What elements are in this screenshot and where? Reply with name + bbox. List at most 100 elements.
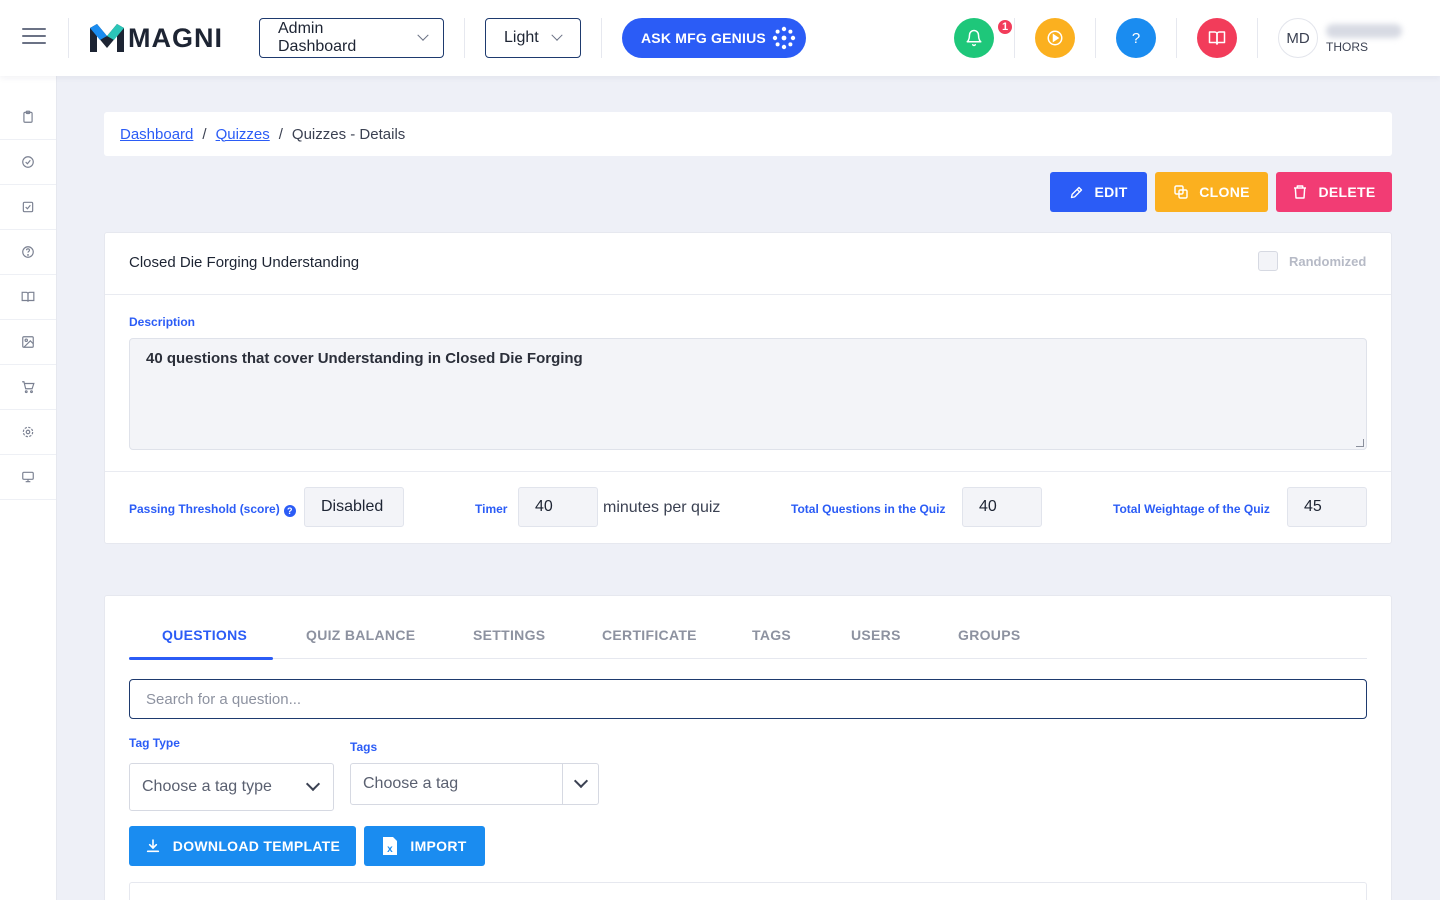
randomized-checkbox[interactable]: [1258, 251, 1278, 271]
header-divider: [464, 18, 465, 58]
sidebar-item-display[interactable]: [0, 455, 56, 500]
total-weightage-label: Total Weightage of the Quiz: [1113, 502, 1270, 516]
header-divider: [1257, 18, 1258, 58]
import-button[interactable]: x IMPORT: [364, 826, 485, 866]
chevron-down-icon: [551, 29, 563, 41]
total-questions-label: Total Questions in the Quiz: [791, 502, 946, 516]
help-icon[interactable]: ?: [283, 505, 296, 517]
header-divider: [601, 18, 602, 58]
description-text: 40 questions that cover Understanding in…: [146, 350, 583, 367]
breadcrumb-quizzes-link[interactable]: Quizzes: [216, 126, 270, 143]
sidebar-item-questions[interactable]: [0, 230, 56, 275]
passing-threshold-field[interactable]: Disabled: [304, 487, 404, 527]
select-divider: [562, 764, 563, 804]
header-divider: [68, 18, 69, 58]
description-label: Description: [129, 315, 196, 329]
edit-button[interactable]: EDIT: [1050, 172, 1147, 212]
sidebar-item-tasks[interactable]: [0, 185, 56, 230]
question-search-input[interactable]: [129, 679, 1367, 719]
play-circle-icon: [1047, 30, 1063, 46]
delete-button[interactable]: DELETE: [1276, 172, 1392, 212]
sidebar-item-clipboard[interactable]: [0, 95, 56, 140]
chevron-down-icon[interactable]: [573, 773, 589, 789]
questions-list-container: [129, 882, 1367, 900]
magni-logo-icon: [90, 24, 124, 52]
tab-groups[interactable]: GROUPS: [958, 627, 1020, 643]
trash-icon: [1294, 185, 1307, 199]
check-square-icon: [22, 201, 34, 213]
timer-suffix: minutes per quiz: [603, 499, 721, 516]
question-circle-icon: [22, 246, 34, 258]
svg-text:x: x: [387, 844, 393, 855]
help-button[interactable]: ?: [1116, 18, 1156, 58]
user-name-redacted: [1326, 24, 1402, 38]
breadcrumb-separator: /: [202, 125, 207, 143]
download-template-label: DOWNLOAD TEMPLATE: [172, 838, 341, 854]
tag-type-placeholder: Choose a tag type: [142, 778, 272, 795]
monitor-icon: [22, 471, 34, 483]
notifications-button[interactable]: [954, 18, 994, 58]
breadcrumb: Dashboard / Quizzes / Quizzes - Details: [104, 112, 1392, 156]
theme-select-value: Light: [504, 29, 539, 46]
timer-field[interactable]: 40: [518, 487, 598, 527]
tab-users[interactable]: USERS: [851, 627, 901, 643]
dashboard-select[interactable]: Admin Dashboard: [259, 18, 444, 58]
download-icon: [146, 839, 159, 853]
check-circle-icon: [22, 156, 34, 168]
tab-questions[interactable]: QUESTIONS: [162, 627, 247, 643]
active-tab-indicator: [129, 657, 273, 660]
clipboard-icon: [23, 110, 33, 123]
user-avatar[interactable]: MD: [1278, 18, 1318, 58]
randomized-label: Randomized: [1289, 254, 1367, 269]
sidebar-item-quizzes[interactable]: [0, 140, 56, 185]
passing-threshold-text: Passing Threshold (score): [129, 502, 280, 516]
sidebar: [0, 76, 57, 900]
quiz-title: Closed Die Forging Understanding: [129, 254, 360, 271]
theme-select[interactable]: Light: [485, 18, 581, 58]
sidebar-item-shop[interactable]: [0, 365, 56, 410]
header-divider: [1176, 18, 1177, 58]
tab-certificate[interactable]: CERTIFICATE: [602, 627, 697, 643]
logo-text: MAGNI: [128, 22, 223, 53]
ask-mfg-genius-label: ASK MFG GENIUS: [641, 30, 766, 46]
tab-settings[interactable]: SETTINGS: [473, 627, 545, 643]
total-questions-field[interactable]: 40: [962, 487, 1042, 527]
description-textarea[interactable]: 40 questions that cover Understanding in…: [129, 338, 1367, 450]
tab-tags[interactable]: TAGS: [752, 627, 791, 643]
sidebar-item-settings[interactable]: [0, 410, 56, 455]
menu-icon[interactable]: [22, 28, 46, 48]
cart-icon: [22, 381, 35, 394]
clone-button[interactable]: CLONE: [1155, 172, 1268, 212]
tags-select[interactable]: Choose a tag: [350, 763, 599, 805]
sidebar-item-media[interactable]: [0, 320, 56, 365]
header-divider: [1095, 18, 1096, 58]
top-header: MAGNI Admin Dashboard Light ASK MFG GENI…: [0, 0, 1440, 76]
tag-type-label: Tag Type: [129, 736, 180, 750]
svg-text:?: ?: [1132, 30, 1140, 47]
delete-label: DELETE: [1318, 184, 1376, 200]
tags-label: Tags: [350, 740, 378, 754]
logo[interactable]: MAGNI: [90, 23, 223, 53]
header-divider: [1014, 18, 1015, 58]
ask-mfg-genius-button[interactable]: ASK MFG GENIUS: [622, 18, 806, 58]
sidebar-item-courses[interactable]: [0, 275, 56, 320]
resize-handle[interactable]: [1356, 439, 1364, 447]
image-icon: [22, 336, 34, 348]
copy-icon: [1174, 185, 1188, 199]
notification-badge: 1: [996, 18, 1014, 36]
card-divider: [105, 471, 1391, 472]
book-open-icon: [21, 291, 35, 302]
breadcrumb-dashboard-link[interactable]: Dashboard: [120, 126, 193, 143]
excel-file-icon: x: [383, 837, 398, 855]
help-icon: ?: [1132, 30, 1140, 47]
play-button[interactable]: [1035, 18, 1075, 58]
total-weightage-field[interactable]: 45: [1287, 487, 1367, 527]
download-template-button[interactable]: DOWNLOAD TEMPLATE: [129, 826, 356, 866]
tags-placeholder: Choose a tag: [363, 775, 459, 792]
tab-quiz-balance[interactable]: QUIZ BALANCE: [306, 627, 415, 643]
pencil-icon: [1071, 186, 1083, 198]
card-divider: [105, 294, 1391, 295]
knowledge-base-button[interactable]: [1197, 18, 1237, 58]
tag-type-select[interactable]: Choose a tag type: [129, 763, 334, 811]
quiz-details-card: Closed Die Forging Understanding Randomi…: [104, 232, 1392, 544]
